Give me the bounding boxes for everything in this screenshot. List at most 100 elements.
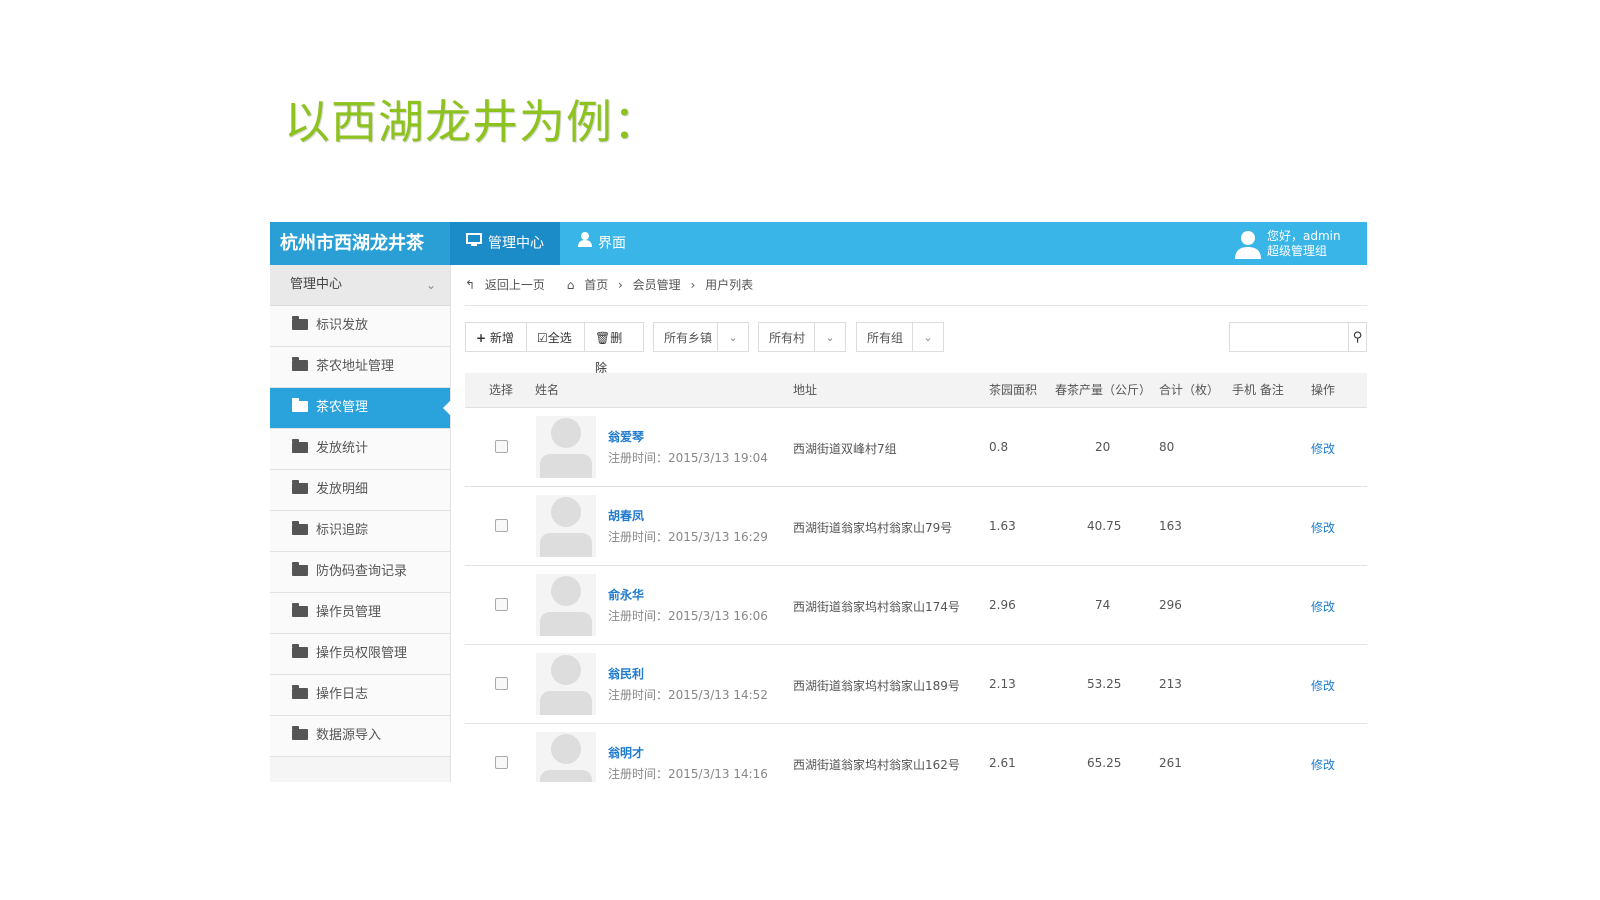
sidebar-item-issue-stats[interactable]: 发放统计 <box>270 429 450 470</box>
sidebar-item-anti-fake-query[interactable]: 防伪码查询记录 <box>270 552 450 593</box>
sidebar-item-label: 发放明细 <box>316 482 369 497</box>
avatar <box>536 574 596 636</box>
user-menu[interactable]: 您好，admin 超级管理组 <box>1233 227 1353 261</box>
register-time: 注册时间：2015/3/13 14:16 <box>608 767 768 781</box>
sidebar-item-label: 茶农管理 <box>316 400 369 415</box>
row-checkbox[interactable] <box>495 598 508 611</box>
table-row: 翁民利 注册时间：2015/3/13 14:52 西湖街道翁家坞村翁家山189号… <box>465 645 1367 724</box>
row-checkbox[interactable] <box>495 440 508 453</box>
yield-cell: 74 <box>1095 598 1111 612</box>
group-filter-select[interactable]: 所有组 ⌄ <box>856 322 944 352</box>
sidebar-item-farmer-management[interactable]: 茶农管理 <box>270 388 451 429</box>
nav-tab-management[interactable]: 管理中心 <box>450 222 560 265</box>
breadcrumb-current: 用户列表 <box>705 278 754 292</box>
search-input[interactable] <box>1229 322 1349 352</box>
sidebar-item-label: 标识发放 <box>316 318 369 333</box>
sidebar-item-issue-detail[interactable]: 发放明细 <box>270 470 450 511</box>
user-name[interactable]: 胡春凤 <box>608 507 644 524</box>
folder-icon <box>292 439 308 453</box>
sidebar-item-operator-permissions[interactable]: 操作员权限管理 <box>270 634 450 675</box>
search-icon[interactable]: ⚲ <box>1349 322 1367 352</box>
edit-link[interactable]: 修改 <box>1311 677 1335 694</box>
area-cell: 1.63 <box>989 519 1016 533</box>
address-cell: 西湖街道翁家坞村翁家山162号 <box>793 758 960 772</box>
folder-icon <box>292 726 308 740</box>
table-header: 选择 姓名 地址 茶园面积 春茶产量（公斤） 合计（枚） 手机 备注 操作 <box>465 373 1367 408</box>
folder-icon <box>292 480 308 494</box>
back-arrow-icon: ↰ <box>465 278 476 292</box>
col-address: 地址 <box>793 383 818 397</box>
chevron-down-icon: ⌄ <box>425 278 436 292</box>
breadcrumb: ↰ 返回上一页 ⌂ 首页 › 会员管理 › 用户列表 <box>465 265 1367 306</box>
register-time: 注册时间：2015/3/13 16:06 <box>608 609 768 623</box>
sidebar-item-id-issue[interactable]: 标识发放 <box>270 306 450 347</box>
col-select: 选择 <box>489 383 514 397</box>
select-all-button[interactable]: ☑全选 <box>526 322 585 352</box>
folder-icon <box>292 316 308 330</box>
brand-title: 杭州市西湖龙井茶 <box>270 222 450 265</box>
sidebar-item-operator-management[interactable]: 操作员管理 <box>270 593 450 634</box>
folder-icon <box>292 644 308 658</box>
top-navbar: 杭州市西湖龙井茶 管理中心 界面 您好，admin 超级管理组 <box>270 222 1367 265</box>
row-checkbox[interactable] <box>495 756 508 769</box>
folder-icon <box>292 357 308 371</box>
address-cell: 西湖街道双峰村7组 <box>793 442 897 456</box>
sidebar-header[interactable]: 管理中心 ⌄ <box>270 265 450 306</box>
user-name[interactable]: 翁爱琴 <box>608 428 644 445</box>
edit-link[interactable]: 修改 <box>1311 598 1335 615</box>
yield-cell: 20 <box>1095 440 1111 454</box>
col-action: 操作 <box>1311 383 1336 397</box>
user-name[interactable]: 翁民利 <box>608 665 644 682</box>
avatar-icon <box>1233 229 1263 259</box>
edit-link[interactable]: 修改 <box>1311 519 1335 536</box>
sidebar-header-label: 管理中心 <box>290 277 343 292</box>
sidebar-item-label: 操作员管理 <box>316 605 382 620</box>
yield-cell: 53.25 <box>1087 677 1122 691</box>
total-cell: 213 <box>1159 677 1182 691</box>
area-cell: 0.8 <box>989 440 1009 454</box>
chevron-down-icon: ⌄ <box>814 323 845 351</box>
sidebar-item-id-tracking[interactable]: 标识追踪 <box>270 511 450 552</box>
sidebar-item-label: 发放统计 <box>316 441 369 456</box>
home-icon: ⌂ <box>566 278 575 292</box>
edit-link[interactable]: 修改 <box>1311 756 1335 773</box>
breadcrumb-home[interactable]: 首页 <box>584 278 608 292</box>
col-phone-note: 手机 备注 <box>1232 383 1284 397</box>
user-name[interactable]: 俞永华 <box>608 586 644 603</box>
address-cell: 西湖街道翁家坞村翁家山189号 <box>793 679 960 693</box>
user-icon <box>578 222 592 265</box>
sidebar-item-farmer-address[interactable]: 茶农地址管理 <box>270 347 450 388</box>
chevron-right-icon: › <box>618 278 623 292</box>
checkbox-icon: ☑ <box>537 331 548 345</box>
avatar <box>536 653 596 715</box>
back-link[interactable]: 返回上一页 <box>485 278 545 292</box>
delete-button[interactable]: 🗑删除 <box>584 322 644 375</box>
folder-icon <box>292 603 308 617</box>
folder-icon <box>292 398 308 412</box>
monitor-icon <box>466 222 482 265</box>
col-name: 姓名 <box>535 383 560 397</box>
row-checkbox[interactable] <box>495 519 508 532</box>
user-role: 超级管理组 <box>1267 244 1328 258</box>
nav-tab-interface[interactable]: 界面 <box>562 222 642 265</box>
row-checkbox[interactable] <box>495 677 508 690</box>
yield-cell: 40.75 <box>1087 519 1122 533</box>
area-cell: 2.13 <box>989 677 1016 691</box>
select-all-label: 全选 <box>547 331 572 345</box>
table-row: 翁爱琴 注册时间：2015/3/13 19:04 西湖街道双峰村7组 0.8 2… <box>465 408 1367 487</box>
group-filter-value: 所有组 <box>867 331 904 345</box>
total-cell: 296 <box>1159 598 1182 612</box>
folder-icon <box>292 521 308 535</box>
user-name[interactable]: 翁明才 <box>608 744 644 761</box>
col-area: 茶园面积 <box>989 383 1038 397</box>
breadcrumb-section[interactable]: 会员管理 <box>633 278 681 292</box>
chevron-down-icon: ⌄ <box>912 323 943 351</box>
chevron-down-icon: ⌄ <box>717 323 748 351</box>
town-filter-select[interactable]: 所有乡镇 ⌄ <box>653 322 749 352</box>
sidebar-item-operation-log[interactable]: 操作日志 <box>270 675 450 716</box>
register-time: 注册时间：2015/3/13 14:52 <box>608 688 768 702</box>
edit-link[interactable]: 修改 <box>1311 440 1335 457</box>
add-button[interactable]: + 新增 <box>465 322 527 352</box>
sidebar-item-data-import[interactable]: 数据源导入 <box>270 716 450 757</box>
village-filter-select[interactable]: 所有村 ⌄ <box>758 322 846 352</box>
